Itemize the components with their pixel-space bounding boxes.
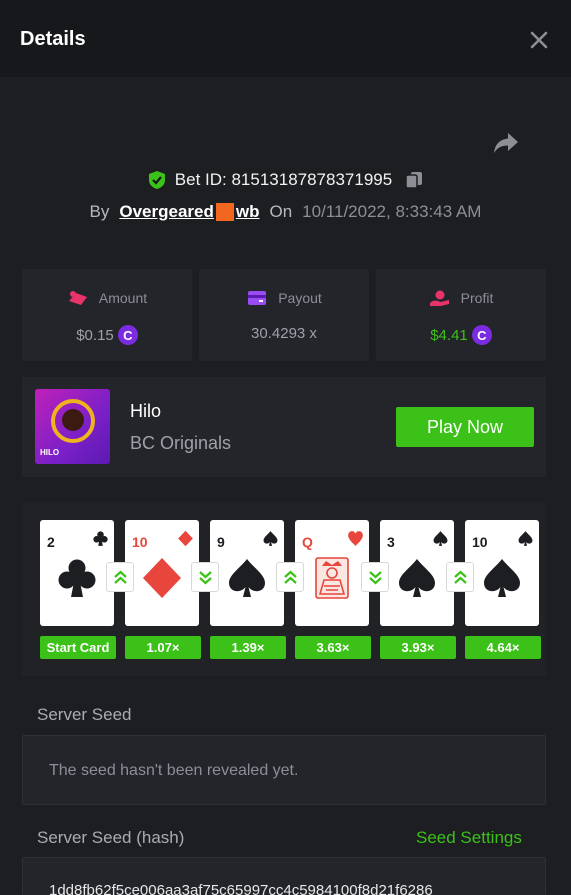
on-label: On (269, 202, 293, 221)
game-thumbnail[interactable]: HILO (35, 389, 110, 464)
page-title: Details (20, 28, 86, 50)
playing-card: 3 (380, 520, 454, 626)
diamond-suit-icon (178, 530, 193, 547)
share-icon[interactable] (492, 130, 520, 156)
card-rank: 2 (47, 534, 55, 550)
playing-card: Q (295, 520, 369, 626)
club-suit-icon (58, 559, 96, 597)
payout-label: Payout (278, 290, 322, 306)
profit-label: Profit (460, 290, 494, 306)
playing-card: 9 (210, 520, 284, 626)
lower-arrow-icon (361, 562, 389, 592)
wallet-icon (248, 291, 267, 305)
card-rank: 10 (472, 534, 488, 550)
bet-id-text: Bet ID: 81513187878371995 (174, 170, 393, 189)
queen-figure-icon (315, 557, 349, 599)
spade-suit-icon (484, 559, 520, 597)
card-multiplier-badge: Start Card (40, 636, 116, 659)
history-card: 3 3.93× (380, 520, 456, 659)
seed-settings-link[interactable]: Seed Settings (416, 828, 522, 848)
history-card: 10 1.07× (125, 520, 201, 659)
spade-suit-icon (229, 559, 265, 597)
coin-icon: C (117, 325, 138, 345)
server-seed-field[interactable]: The seed hasn't been revealed yet. (22, 735, 546, 805)
playing-card: 10 (465, 520, 539, 626)
card-rank: 3 (387, 534, 395, 550)
higher-arrow-icon (106, 562, 134, 592)
close-icon[interactable] (527, 28, 551, 52)
by-label: By (89, 202, 110, 221)
card-multiplier-badge: 1.39× (210, 636, 286, 659)
stat-amount: Amount $0.15 C (22, 269, 192, 361)
spade-suit-icon (263, 531, 278, 546)
stat-profit: Profit $4.41 C (376, 269, 546, 361)
higher-arrow-icon (446, 562, 474, 592)
payout-value: 30.4293 x (251, 325, 317, 342)
spade-suit-icon (433, 531, 448, 546)
username-link[interactable]: Overgeared wb (119, 202, 259, 222)
play-now-button[interactable]: Play Now (396, 407, 534, 447)
server-seed-label: Server Seed (37, 705, 132, 724)
stat-payout: Payout 30.4293 x (199, 269, 369, 361)
higher-arrow-icon (276, 562, 304, 592)
playing-card: 10 (125, 520, 199, 626)
coin-icon: C (471, 325, 492, 345)
amount-icon (68, 291, 87, 305)
game-name: Hilo (130, 401, 162, 421)
game-provider: BC Originals (130, 433, 232, 453)
card-rank: 9 (217, 534, 225, 550)
card-rank: 10 (132, 534, 148, 550)
diamond-suit-icon (143, 558, 181, 598)
verified-shield-icon (148, 171, 165, 189)
profit-icon (429, 290, 449, 306)
game-card: HILO Hilo BC Originals Play Now (22, 377, 546, 477)
club-suit-icon (93, 531, 108, 546)
server-seed-hash-value: 1dd8fb62f5ce006aa3af75c65997cc4c5984100f… (49, 882, 433, 895)
card-rank: Q (302, 534, 313, 550)
card-multiplier-badge: 3.93× (380, 636, 456, 659)
profit-value: $4.41 (430, 326, 468, 344)
heart-suit-icon (348, 531, 363, 546)
server-seed-hash-label: Server Seed (hash) (37, 828, 185, 847)
copy-icon[interactable] (404, 170, 424, 190)
lower-arrow-icon (191, 562, 219, 592)
bet-stats: Amount $0.15 C Payout 30.4293 x Profit $… (22, 269, 546, 361)
spade-suit-icon (399, 559, 435, 597)
playing-card: 2 (40, 520, 114, 626)
bet-date: 10/11/2022, 8:33:43 AM (302, 202, 482, 221)
card-multiplier-badge: 4.64× (465, 636, 541, 659)
amount-label: Amount (98, 290, 148, 306)
history-card: 10 4.64× (465, 520, 541, 659)
server-seed-value: The seed hasn't been revealed yet. (49, 762, 299, 779)
history-card: 2 Start Card (40, 520, 116, 659)
history-card: 9 1.39× (210, 520, 286, 659)
history-card: Q 3.63× (295, 520, 371, 659)
username-second: wb (235, 202, 260, 221)
details-header: Details (0, 0, 571, 77)
bet-byline: By Overgeared wb On 10/11/2022, 8:33:43 … (0, 200, 571, 224)
amount-value: $0.15 (76, 326, 114, 344)
card-multiplier-badge: 1.07× (125, 636, 201, 659)
flag-square-icon (215, 203, 234, 221)
spade-suit-icon (518, 531, 533, 546)
bet-id-row: Bet ID: 81513187878371995 (0, 168, 571, 192)
username-first: Overgeared (119, 202, 214, 221)
server-seed-hash-field[interactable]: 1dd8fb62f5ce006aa3af75c65997cc4c5984100f… (22, 857, 546, 895)
card-multiplier-badge: 3.63× (295, 636, 371, 659)
card-history: 2 Start Card 10 1.07× 9 1.39× Q 3.63× 3 3.93× 10 4.… (22, 502, 546, 676)
thumbnail-label: HILO (40, 448, 60, 457)
